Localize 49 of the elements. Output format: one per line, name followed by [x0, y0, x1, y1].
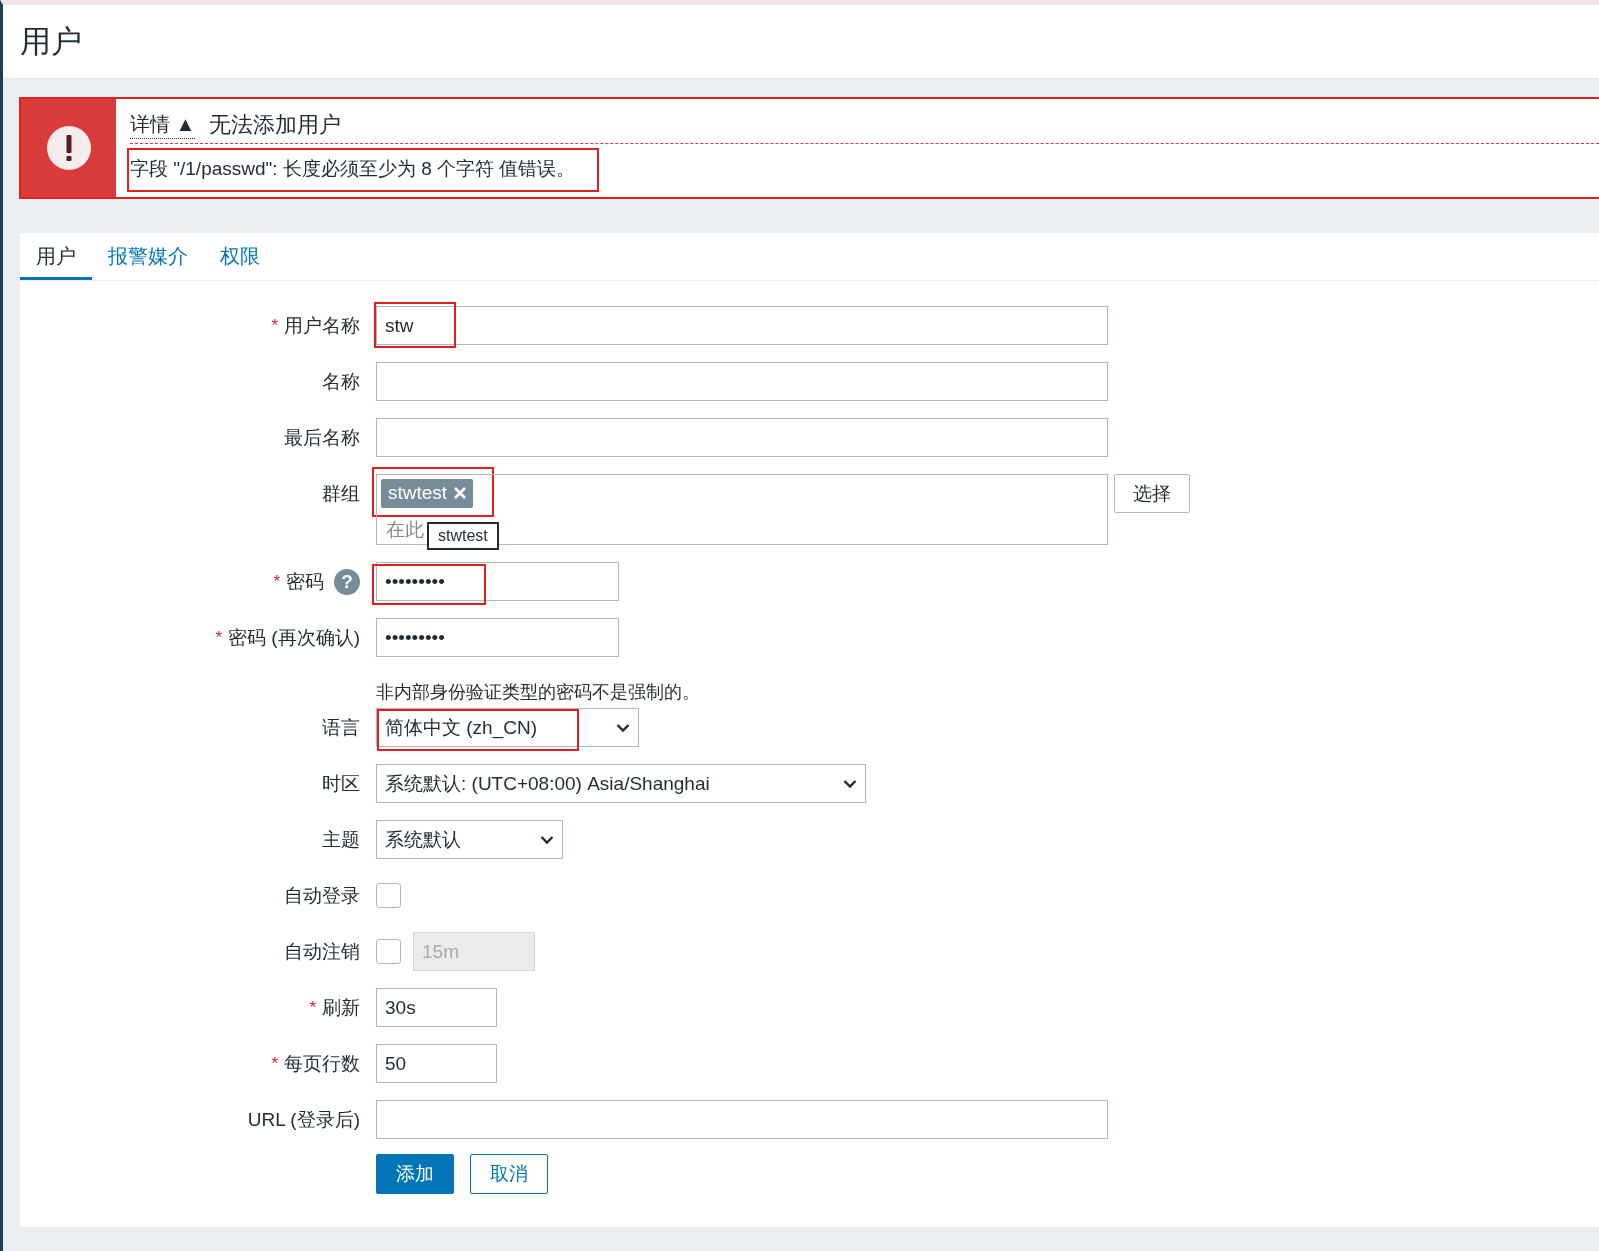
text-field[interactable]: 30s [376, 988, 497, 1027]
field-label: 密码 (再次确认) [228, 625, 360, 650]
error-message: 字段 "/1/passwd": 长度必须至少为 8 个字符 值错误。 [127, 148, 600, 192]
tab[interactable]: 报警媒介 [92, 233, 204, 280]
dropdown[interactable]: 系统默认: (UTC+08:00) Asia/Shanghai [376, 764, 866, 803]
chevron-down-icon [540, 834, 554, 845]
field-label: 语言 [322, 715, 360, 740]
required-mark: * [273, 571, 280, 592]
checkbox[interactable] [376, 883, 401, 908]
password-field[interactable]: ••••••••• [376, 618, 619, 657]
tooltip: stwtest [427, 522, 499, 550]
field-label: 主题 [322, 827, 360, 852]
text-field[interactable] [376, 362, 1108, 401]
dropdown[interactable]: 系统默认 [376, 820, 563, 859]
add-button[interactable]: 添加 [376, 1154, 454, 1194]
field-label: URL (登录后) [247, 1107, 360, 1132]
close-icon[interactable] [453, 486, 468, 500]
required-mark: * [271, 1053, 278, 1074]
error-title: 无法添加用户 [209, 111, 342, 139]
password-field[interactable]: ••••••••• [376, 562, 619, 601]
details-toggle[interactable]: 详情 ▲ [130, 111, 196, 139]
field-label: 最后名称 [284, 425, 360, 450]
field-label: 每页行数 [284, 1051, 360, 1076]
field-label: 群组 [322, 481, 360, 506]
text-field[interactable]: 50 [376, 1044, 497, 1083]
tab[interactable]: 用户 [20, 233, 92, 280]
cancel-button[interactable]: 取消 [470, 1154, 548, 1194]
field-label: 时区 [322, 771, 360, 796]
dropdown[interactable]: 简体中文 (zh_CN) [376, 708, 639, 747]
field-label: 自动注销 [284, 939, 360, 964]
page-title: 用户 [20, 22, 82, 61]
field-label: 刷新 [322, 995, 360, 1020]
chevron-down-icon [616, 722, 630, 733]
select-button[interactable]: 选择 [1114, 474, 1190, 513]
text-field[interactable] [376, 418, 1108, 457]
field-label: 密码 [286, 569, 324, 594]
text-field[interactable]: stw [376, 306, 1108, 345]
field-label: 用户名称 [284, 313, 360, 338]
required-mark: * [215, 627, 223, 648]
text-field[interactable] [376, 1100, 1108, 1139]
required-mark: * [309, 997, 316, 1018]
hint-text: 非内部身份验证类型的密码不是强制的。 [376, 681, 701, 704]
search-placeholder: 在此 [386, 518, 424, 542]
field-label: 自动登录 [284, 883, 360, 908]
chevron-down-icon [843, 778, 857, 789]
exclamation-icon [45, 125, 92, 171]
tab[interactable]: 权限 [204, 233, 276, 280]
required-mark: * [271, 315, 278, 336]
field-label: 名称 [322, 369, 360, 394]
